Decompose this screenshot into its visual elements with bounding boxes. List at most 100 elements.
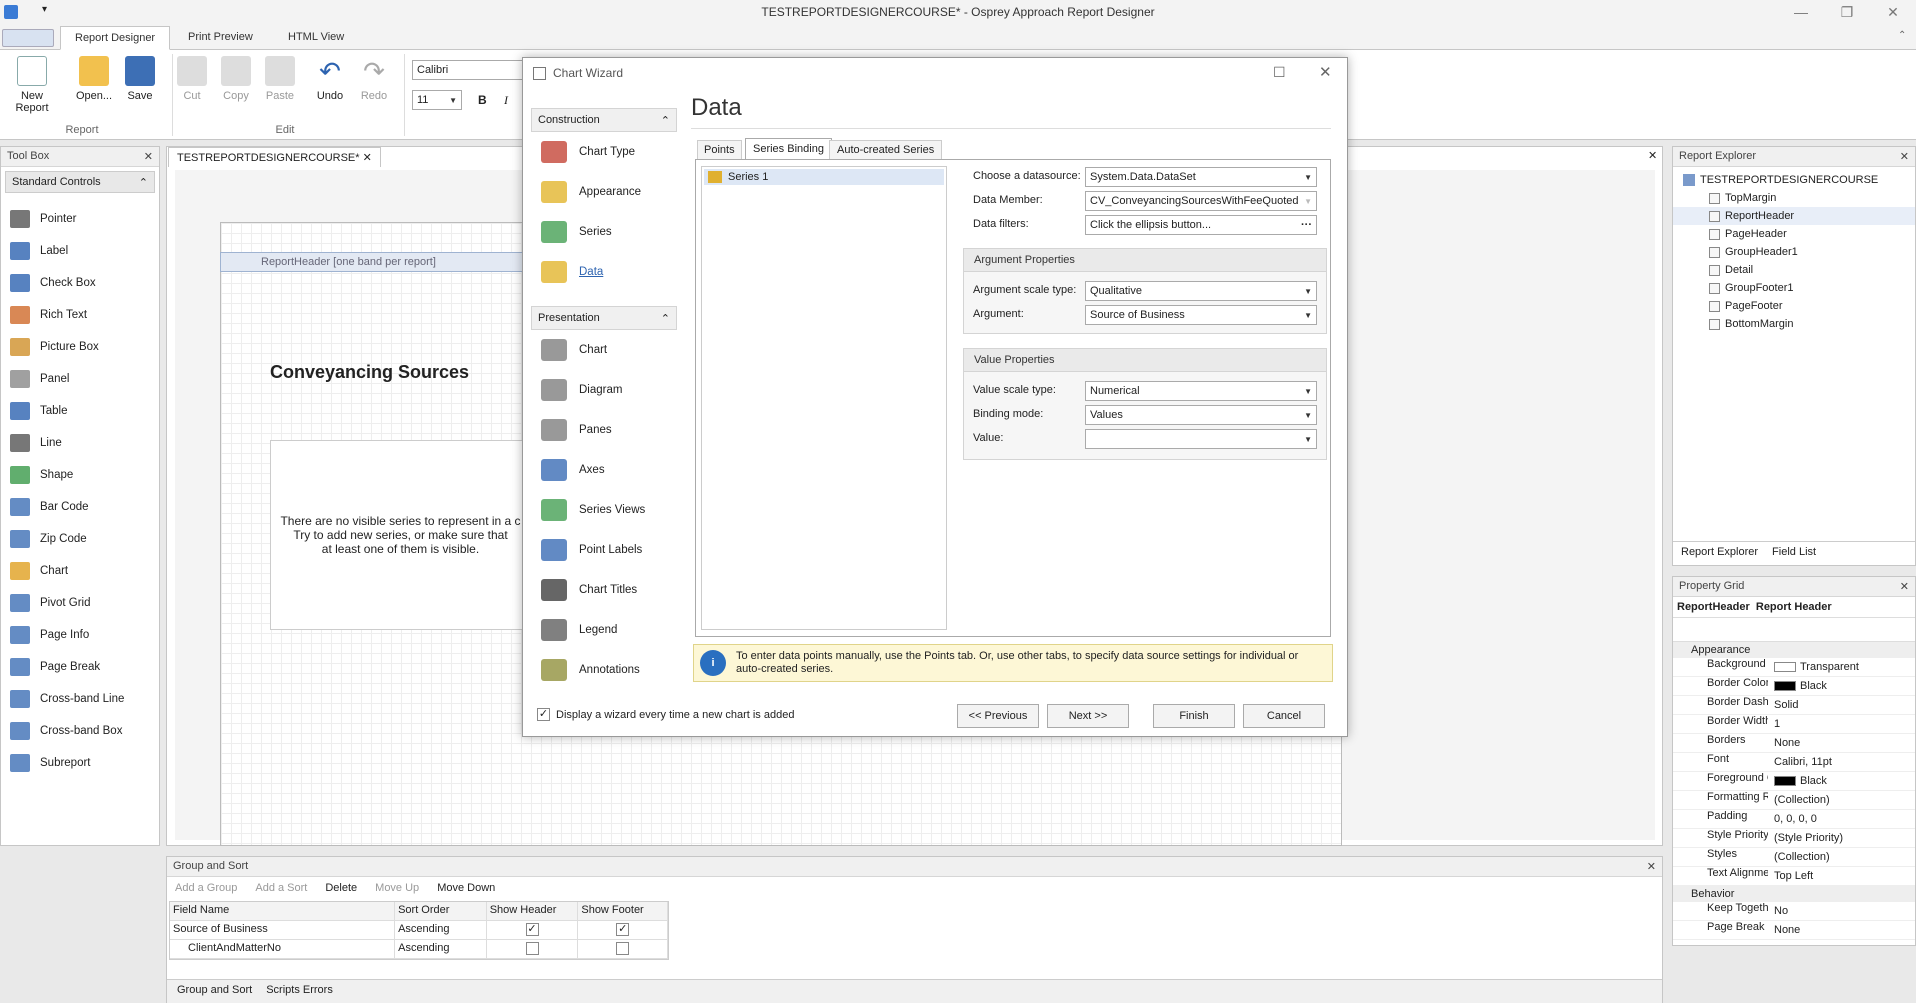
nav-item-legend[interactable]: Legend — [531, 610, 677, 650]
property-value[interactable]: 0, 0, 0, 0 — [1774, 813, 1817, 825]
tab-points[interactable]: Points — [697, 140, 742, 160]
property-row[interactable]: Padding 0, 0, 0, 0 — [1673, 810, 1915, 829]
collapse-ribbon-icon[interactable]: ⌃ — [1898, 30, 1906, 41]
previous-button[interactable]: << Previous — [957, 704, 1039, 728]
property-value[interactable]: 1 — [1774, 718, 1780, 730]
toolbox-item-page-break[interactable]: Page Break — [10, 652, 150, 682]
show-header-checkbox[interactable]: ✓ — [525, 923, 539, 936]
property-row[interactable]: Font Calibri, 11pt — [1673, 753, 1915, 772]
close-icon[interactable]: ✕ — [1900, 150, 1909, 163]
toolbox-item-rich-text[interactable]: Rich Text — [10, 300, 150, 330]
tree-item[interactable]: GroupHeader1 — [1673, 243, 1915, 261]
nav-item-diagram[interactable]: Diagram — [531, 370, 677, 410]
nav-item-series-views[interactable]: Series Views — [531, 490, 677, 530]
paste-button[interactable]: Paste — [252, 54, 308, 110]
toolbox-item-pivot-grid[interactable]: Pivot Grid — [10, 588, 150, 618]
close-icon[interactable]: ✕ — [144, 150, 153, 163]
argument-scale-combo[interactable]: Qualitative ▼ — [1085, 281, 1317, 301]
tab-scripts-errors[interactable]: Scripts Errors — [266, 984, 333, 999]
category-behavior[interactable]: Behavior — [1673, 886, 1915, 902]
property-value[interactable]: None — [1774, 924, 1800, 936]
tab-report-designer[interactable]: Report Designer — [60, 26, 171, 50]
property-row[interactable]: Border Width 1 — [1673, 715, 1915, 734]
close-icon[interactable]: ✕ — [363, 152, 372, 164]
property-row[interactable]: Keep Together No — [1673, 902, 1915, 921]
nav-item-annotations[interactable]: Annotations — [531, 650, 677, 690]
toolbox-item-page-info[interactable]: Page Info — [10, 620, 150, 650]
redo-button[interactable]: ↷ Redo — [346, 54, 402, 110]
nav-item-axes[interactable]: Axes — [531, 450, 677, 490]
category-appearance[interactable]: Appearance — [1673, 642, 1915, 658]
toolbox-category[interactable]: Standard Controls ⌃ — [5, 171, 155, 193]
save-button[interactable]: Save — [112, 54, 168, 110]
property-row[interactable]: Borders None — [1673, 734, 1915, 753]
tree-item[interactable]: PageFooter — [1673, 297, 1915, 315]
font-name-combo[interactable]: Calibri — [412, 60, 524, 80]
show-footer-checkbox[interactable] — [616, 942, 630, 955]
tree-item[interactable]: BottomMargin — [1673, 315, 1915, 333]
property-value[interactable]: (Collection) — [1774, 851, 1830, 863]
tree-item[interactable]: Detail — [1673, 261, 1915, 279]
property-value[interactable]: Top Left — [1774, 870, 1813, 882]
list-item[interactable]: Series 1 — [704, 169, 944, 185]
tab-series-binding[interactable]: Series Binding — [745, 138, 832, 159]
toolbox-item-panel[interactable]: Panel — [10, 364, 150, 394]
sort-order-cell[interactable]: Ascending — [395, 940, 487, 958]
toolbox-item-label[interactable]: Label — [10, 236, 150, 266]
toolbox-item-check-box[interactable]: Check Box — [10, 268, 150, 298]
tab-group-sort[interactable]: Group and Sort — [177, 984, 252, 999]
toolbox-item-picture-box[interactable]: Picture Box — [10, 332, 150, 362]
close-icon[interactable]: ✕ — [1900, 580, 1909, 593]
nav-item-panes[interactable]: Panes — [531, 410, 677, 450]
field-name-cell[interactable]: Source of Business — [170, 921, 396, 939]
add-group-button[interactable]: Add a Group — [175, 882, 237, 896]
property-row[interactable]: Border Color Black — [1673, 677, 1915, 696]
toolbox-item-table[interactable]: Table — [10, 396, 150, 426]
show-header-checkbox[interactable] — [525, 942, 539, 955]
property-value[interactable]: (Collection) — [1774, 794, 1830, 806]
nav-group-presentation[interactable]: Presentation ⌃ — [531, 306, 677, 330]
minimize-button[interactable]: — — [1784, 2, 1818, 22]
font-size-combo[interactable]: 11 ▼ — [412, 90, 462, 110]
nav-item-chart[interactable]: Chart — [531, 330, 677, 370]
toolbox-item-subreport[interactable]: Subreport — [10, 748, 150, 778]
datasource-combo[interactable]: System.Data.DataSet ▼ — [1085, 167, 1317, 187]
table-row[interactable]: ClientAndMatterNo Ascending — [170, 940, 668, 959]
ellipsis-button[interactable]: ··· — [1301, 219, 1312, 231]
property-row[interactable]: Style Priority (Style Priority) — [1673, 829, 1915, 848]
toolbox-item-cross-band-line[interactable]: Cross-band Line — [10, 684, 150, 714]
finish-button[interactable]: Finish — [1153, 704, 1235, 728]
value-combo[interactable]: ▼ — [1085, 429, 1317, 449]
binding-mode-combo[interactable]: Values ▼ — [1085, 405, 1317, 425]
tab-report-explorer[interactable]: Report Explorer — [1681, 546, 1758, 561]
cancel-button[interactable]: Cancel — [1243, 704, 1325, 728]
nav-item-point-labels[interactable]: Point Labels — [531, 530, 677, 570]
property-row[interactable]: Border Dash Sty Solid — [1673, 696, 1915, 715]
property-value[interactable]: Black — [1800, 775, 1827, 787]
tab-auto-created-series[interactable]: Auto-created Series — [829, 140, 943, 160]
property-value[interactable]: (Style Priority) — [1774, 832, 1843, 844]
nav-item-chart-titles[interactable]: Chart Titles — [531, 570, 677, 610]
nav-item-data[interactable]: Data — [531, 252, 677, 292]
nav-item-chart-type[interactable]: Chart Type — [531, 132, 677, 172]
italic-button[interactable]: I — [504, 93, 508, 108]
property-value[interactable]: Transparent — [1800, 661, 1859, 673]
tab-print-preview[interactable]: Print Preview — [174, 26, 267, 50]
nav-group-construction[interactable]: Construction ⌃ — [531, 108, 677, 132]
report-heading[interactable]: Conveyancing Sources — [270, 362, 469, 383]
property-row[interactable]: Text Alignment Top Left — [1673, 867, 1915, 886]
show-footer-checkbox[interactable]: ✓ — [616, 923, 630, 936]
sort-order-cell[interactable]: Ascending — [395, 921, 487, 939]
tree-root[interactable]: TESTREPORTDESIGNERCOURSE — [1673, 171, 1915, 189]
toolbox-item-cross-band-box[interactable]: Cross-band Box — [10, 716, 150, 746]
object-selector[interactable]: ReportHeader Report Header — [1673, 597, 1915, 618]
toolbox-item-chart[interactable]: Chart — [10, 556, 150, 586]
field-name-cell[interactable]: ClientAndMatterNo — [170, 940, 396, 958]
close-document-icon[interactable]: ✕ — [1648, 149, 1657, 162]
delete-button[interactable]: Delete — [325, 882, 357, 896]
property-row[interactable]: Formatting Rule (Collection) — [1673, 791, 1915, 810]
table-row[interactable]: Source of Business Ascending ✓ ✓ — [170, 921, 668, 940]
maximize-button[interactable]: ☐ — [1273, 64, 1286, 81]
document-tab[interactable]: TESTREPORTDESIGNERCOURSE* ✕ — [168, 147, 381, 167]
property-row[interactable]: Styles (Collection) — [1673, 848, 1915, 867]
